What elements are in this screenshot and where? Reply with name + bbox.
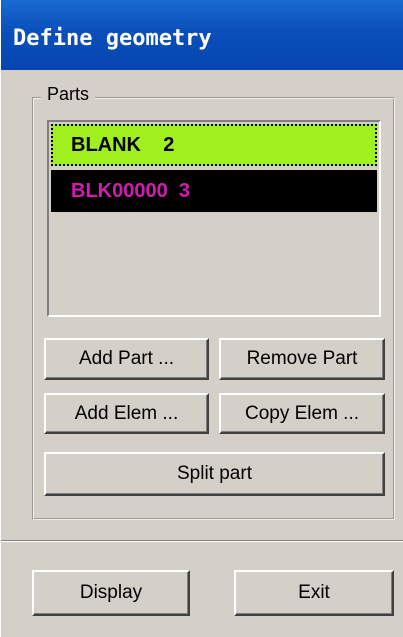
define-geometry-window: Define geometry Parts BLANK 2 BLK00000 3… [0,0,403,637]
list-item-blank[interactable]: BLANK 2 [51,124,377,166]
parts-list[interactable]: BLANK 2 BLK00000 3 [47,120,381,317]
display-button[interactable]: Display [32,570,190,616]
add-elem-button[interactable]: Add Elem ... [44,393,209,434]
parts-group-label: Parts [41,84,96,105]
remove-part-button[interactable]: Remove Part [219,338,385,380]
list-item-blk00000[interactable]: BLK00000 3 [51,170,377,212]
window-title: Define geometry [13,26,212,51]
split-part-button[interactable]: Split part [44,452,385,496]
exit-button[interactable]: Exit [234,570,394,616]
add-part-button[interactable]: Add Part ... [44,338,209,380]
copy-elem-button[interactable]: Copy Elem ... [219,393,385,434]
title-bar[interactable]: Define geometry [1,0,403,70]
footer-separator [1,540,403,542]
